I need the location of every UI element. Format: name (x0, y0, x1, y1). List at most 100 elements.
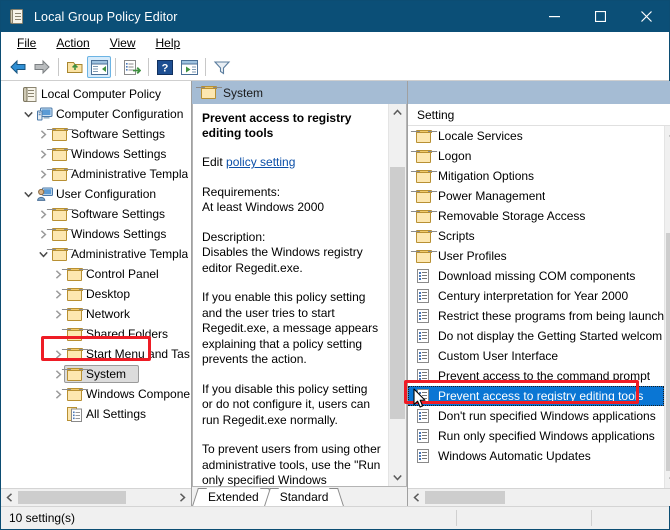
tree-hscroll-thumb[interactable] (18, 491, 126, 504)
chevron-right-icon[interactable] (35, 144, 51, 164)
forward-icon[interactable] (30, 56, 54, 78)
tree-hscroll-track[interactable] (18, 489, 174, 506)
list-item[interactable]: Don't run specified Windows applications (408, 406, 664, 426)
tree-item[interactable]: Windows Compone (1, 384, 191, 404)
tree-horizontal-scrollbar[interactable] (1, 488, 191, 506)
list-hscroll-thumb[interactable] (425, 491, 505, 504)
menu-help[interactable]: Help (146, 34, 191, 52)
list-item-selected[interactable]: Prevent access to registry editing tools (408, 386, 664, 406)
export-list-icon[interactable] (120, 56, 144, 78)
tree-hscroll-right-button[interactable] (174, 489, 191, 506)
policy-icon (21, 87, 38, 102)
tree-hscroll-left-button[interactable] (1, 489, 18, 506)
list-item[interactable]: Restrict these programs from being launc… (408, 306, 664, 326)
list-item[interactable]: Mitigation Options (408, 166, 664, 186)
chevron-right-icon[interactable] (50, 304, 66, 324)
list-horizontal-scrollbar[interactable] (408, 488, 670, 506)
list-hscroll-track[interactable] (425, 489, 665, 506)
right-pane-header (408, 81, 670, 104)
list-item[interactable]: User Profiles (408, 246, 664, 266)
chevron-down-icon[interactable] (20, 104, 36, 124)
up-folder-icon[interactable] (63, 56, 87, 78)
list-item[interactable]: Prevent access to the command prompt (408, 366, 664, 386)
chevron-right-icon[interactable] (50, 384, 66, 404)
paragraph-disable: If you disable this policy setting or do… (202, 382, 381, 429)
middle-vscroll-down-button[interactable] (389, 469, 406, 486)
tree-item[interactable]: Shared Folders (1, 324, 191, 344)
tree-item[interactable]: Network (1, 304, 191, 324)
list-item[interactable]: Download missing COM components (408, 266, 664, 286)
list-vscroll-track[interactable] (665, 143, 670, 471)
list-item[interactable]: Century interpretation for Year 2000 (408, 286, 664, 306)
tree-item[interactable]: All Settings (1, 404, 191, 424)
tree-item[interactable]: Software Settings (1, 204, 191, 224)
chevron-right-icon[interactable] (50, 344, 66, 364)
properties-icon[interactable] (177, 56, 201, 78)
chevron-right-icon[interactable] (50, 284, 66, 304)
list-item[interactable]: Windows Automatic Updates (408, 446, 664, 466)
policy-setting-icon (415, 349, 432, 363)
chevron-right-icon[interactable] (50, 264, 66, 284)
tree-item[interactable]: Computer Configuration (1, 104, 191, 124)
help-icon[interactable]: ? (153, 56, 177, 78)
list-item[interactable]: Logon (408, 146, 664, 166)
close-button[interactable] (623, 1, 669, 32)
tree-item[interactable]: Local Computer Policy (1, 84, 191, 104)
column-header-setting[interactable]: Setting (408, 104, 670, 126)
middle-vscroll-up-button[interactable] (389, 104, 406, 121)
policy-setting-icon (415, 409, 432, 423)
chevron-right-icon[interactable] (35, 164, 51, 184)
show-hide-tree-icon[interactable] (87, 56, 111, 78)
folder-icon (66, 348, 83, 361)
menu-file[interactable]: File (7, 34, 46, 52)
tree-item[interactable]: Software Settings (1, 124, 191, 144)
toolbar-separator (115, 58, 116, 76)
settings-list[interactable]: Locale ServicesLogonMitigation OptionsPo… (408, 126, 664, 488)
tree-item[interactable]: Administrative Templa (1, 164, 191, 184)
status-divider-2 (591, 510, 592, 526)
tab-extended[interactable]: Extended (201, 488, 266, 506)
menu-view[interactable]: View (100, 34, 146, 52)
list-item[interactable]: Run only specified Windows applications (408, 426, 664, 446)
tree-item[interactable]: Windows Settings (1, 224, 191, 244)
menu-action[interactable]: Action (46, 34, 99, 52)
list-item[interactable]: Removable Storage Access (408, 206, 664, 226)
minimize-button[interactable] (531, 1, 577, 32)
tree-item[interactable]: Desktop (1, 284, 191, 304)
list-vscroll-up-button[interactable] (665, 126, 670, 143)
maximize-button[interactable] (577, 1, 623, 32)
list-vscroll-thumb[interactable] (666, 233, 670, 471)
chevron-right-icon[interactable] (35, 124, 51, 144)
policy-setting-link[interactable]: policy setting (226, 155, 295, 169)
tree-item[interactable]: Administrative Templa (1, 244, 191, 264)
chevron-down-icon[interactable] (20, 184, 36, 204)
list-item[interactable]: Power Management (408, 186, 664, 206)
console-tree[interactable]: Local Computer PolicyComputer Configurat… (1, 81, 191, 488)
chevron-down-icon[interactable] (35, 244, 51, 264)
list-item[interactable]: Locale Services (408, 126, 664, 146)
list-item[interactable]: Scripts (408, 226, 664, 246)
settings-list-pane: Setting Locale ServicesLogonMitigation O… (407, 81, 670, 506)
tree-item[interactable]: System (1, 364, 191, 384)
list-item[interactable]: Custom User Interface (408, 346, 664, 366)
list-item[interactable]: Do not display the Getting Started welco… (408, 326, 664, 346)
middle-vscroll-track[interactable] (389, 121, 406, 469)
list-hscroll-right-button[interactable] (665, 489, 670, 506)
list-hscroll-left-button[interactable] (408, 489, 425, 506)
tree-item-label: Software Settings (68, 207, 165, 221)
tab-standard[interactable]: Standard (273, 488, 336, 506)
tree-item[interactable]: Start Menu and Tas (1, 344, 191, 364)
list-vertical-scrollbar[interactable] (664, 126, 670, 488)
tree-item[interactable]: Control Panel (1, 264, 191, 284)
tree-item[interactable]: User Configuration (1, 184, 191, 204)
middle-vscroll-thumb[interactable] (390, 167, 405, 419)
middle-vertical-scrollbar[interactable] (388, 104, 406, 486)
status-bar: 10 setting(s) (1, 506, 669, 529)
list-vscroll-down-button[interactable] (665, 471, 670, 488)
chevron-right-icon[interactable] (35, 204, 51, 224)
filter-icon[interactable] (210, 56, 234, 78)
chevron-right-icon[interactable] (35, 224, 51, 244)
back-icon[interactable] (6, 56, 30, 78)
tree-item[interactable]: Windows Settings (1, 144, 191, 164)
chevron-right-icon[interactable] (50, 364, 66, 384)
